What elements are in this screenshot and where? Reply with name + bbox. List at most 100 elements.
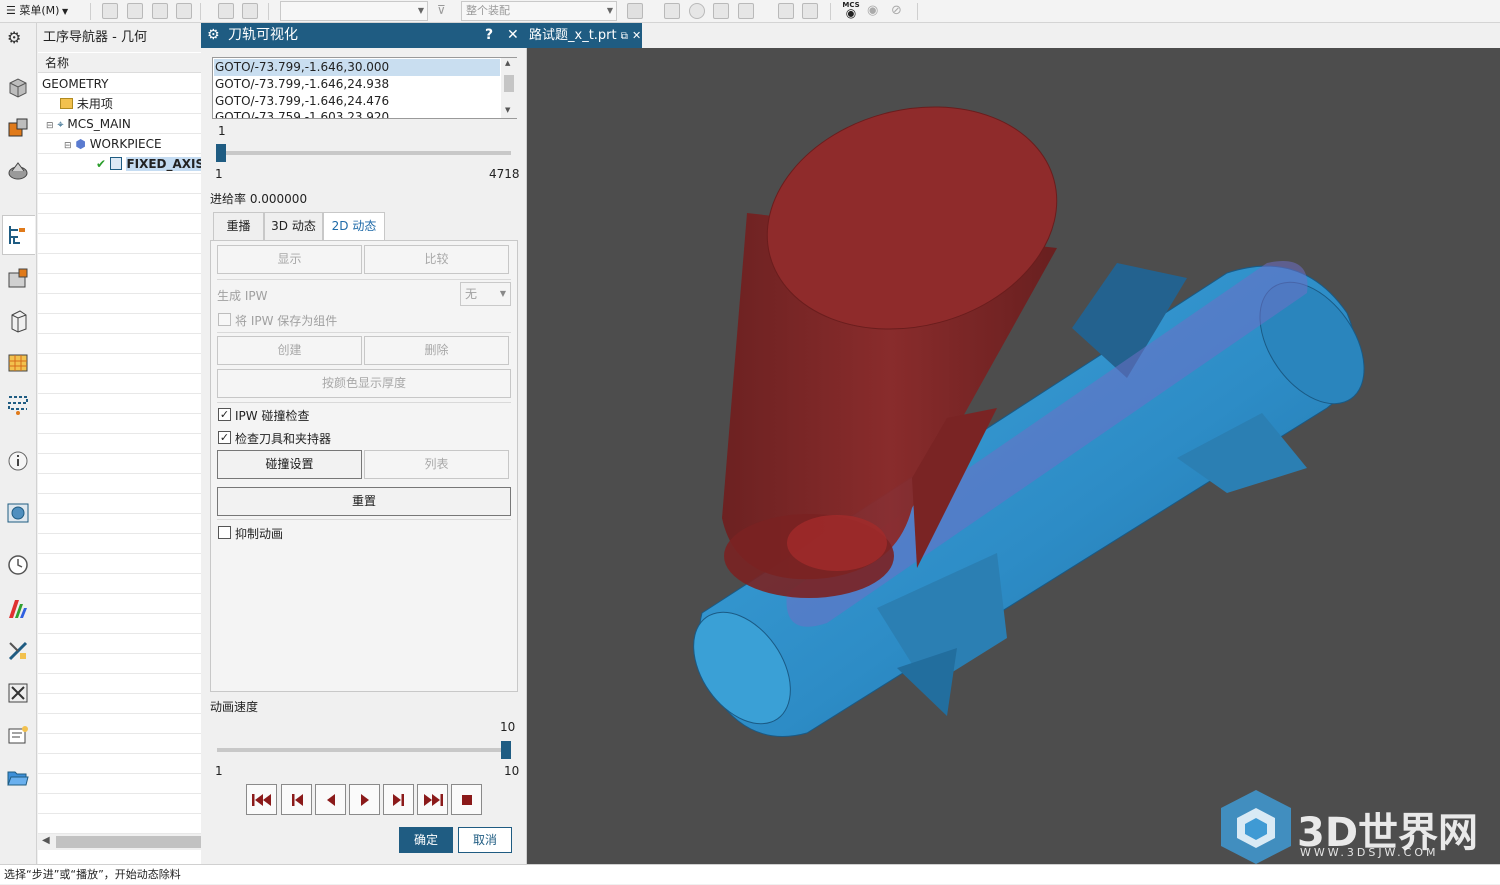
tab-2d-dynamic[interactable]: 2D 动态 xyxy=(323,212,385,242)
goto-listbox[interactable]: GOTO/-73.799,-1.646,30.000 GOTO/-73.799,… xyxy=(212,57,517,119)
palette-icon[interactable] xyxy=(6,597,30,621)
nav-empty-row xyxy=(38,534,201,554)
toolpath-icon[interactable] xyxy=(6,393,30,417)
save-ipw-checkbox[interactable] xyxy=(218,313,231,326)
select-filter-icon[interactable] xyxy=(102,3,118,19)
nav-empty-row xyxy=(38,254,201,274)
stop-button[interactable] xyxy=(451,784,482,815)
feature-navigator-icon[interactable] xyxy=(6,351,30,375)
step-slider-thumb[interactable] xyxy=(216,144,226,162)
delete-button[interactable]: 删除 xyxy=(364,336,509,365)
web-browser-icon[interactable] xyxy=(6,501,30,525)
nav-row-workpiece[interactable]: ⊟ ⬢ WORKPIECE xyxy=(38,134,201,154)
filter-icon[interactable]: ⊽ xyxy=(437,3,453,19)
ipw-collision-checkbox[interactable]: ✓ xyxy=(218,408,231,421)
point-icon[interactable] xyxy=(152,3,168,19)
point-snap-icon[interactable] xyxy=(738,3,754,19)
step-current-value: 1 xyxy=(218,124,226,138)
close-tab-icon[interactable]: ✕ xyxy=(632,29,641,42)
tab-replay[interactable]: 重播 xyxy=(213,212,264,241)
divider xyxy=(217,332,511,333)
hide-icon[interactable]: ⊘ xyxy=(891,3,902,18)
goto-line[interactable]: GOTO/-73.799,-1.646,24.938 xyxy=(214,76,500,93)
fast-forward-to-end-button[interactable] xyxy=(417,784,448,815)
show-hide-icon[interactable]: ◉ xyxy=(867,3,878,18)
list-button[interactable]: 列表 xyxy=(364,450,509,479)
cancel-button[interactable]: 取消 xyxy=(458,827,512,853)
selection-icon[interactable] xyxy=(218,3,234,19)
nav-row-unused[interactable]: 未用项 xyxy=(38,94,201,114)
gen-ipw-dropdown[interactable]: 无 ▼ xyxy=(460,282,511,306)
compare-button[interactable]: 比较 xyxy=(364,245,509,274)
scroll-down-icon[interactable]: ▼ xyxy=(505,106,510,114)
speed-slider-thumb[interactable] xyxy=(501,741,511,759)
rewind-to-start-button[interactable] xyxy=(246,784,277,815)
nav-row-fixed-axis[interactable]: ✔ FIXED_AXIS xyxy=(38,154,201,174)
step-forward-button[interactable] xyxy=(383,784,414,815)
step-slider-track[interactable] xyxy=(220,151,511,155)
wire-cube-icon[interactable] xyxy=(802,3,818,19)
tools-icon[interactable] xyxy=(6,681,30,705)
play-backward-button[interactable] xyxy=(315,784,346,815)
graphics-viewport[interactable]: 3D世界网 WWW.3DSJW.COM xyxy=(527,48,1500,864)
part-navigator-icon[interactable] xyxy=(6,75,30,99)
play-forward-button[interactable] xyxy=(349,784,380,815)
goto-line[interactable]: GOTO/-73.799,-1.646,24.476 xyxy=(214,93,500,110)
mcs-display-icon[interactable]: MCS ◉ xyxy=(842,1,860,21)
operation-navigator-icon[interactable] xyxy=(6,223,30,247)
scroll-up-icon[interactable]: ▲ xyxy=(505,59,510,67)
shaded-cube-icon[interactable] xyxy=(778,3,794,19)
dialog-titlebar[interactable]: ⚙ 刀轨可视化 ? ✕ xyxy=(201,23,527,48)
scrollbar-thumb[interactable] xyxy=(504,75,514,92)
constraint-navigator-icon[interactable] xyxy=(6,159,30,183)
info-icon[interactable] xyxy=(6,449,30,473)
goto-line-selected[interactable]: GOTO/-73.799,-1.646,30.000 xyxy=(214,59,500,76)
scroll-left-icon[interactable]: ◀ xyxy=(42,835,50,846)
stock-icon[interactable] xyxy=(6,309,30,333)
reset-button[interactable]: 重置 xyxy=(217,487,511,516)
listbox-scrollbar[interactable]: ▲ ▼ xyxy=(501,58,517,118)
assembly-scope-dropdown[interactable]: 整个装配 ▼ xyxy=(461,1,617,21)
speed-slider-track[interactable] xyxy=(217,748,511,752)
ok-button[interactable]: 确定 xyxy=(399,827,453,853)
nav-row-mcs-main[interactable]: ⊟ ⌖ MCS_MAIN xyxy=(38,114,201,134)
select-component-icon[interactable] xyxy=(627,3,643,19)
scrollbar-thumb[interactable] xyxy=(56,836,201,848)
history-clock-icon[interactable] xyxy=(6,553,30,577)
close-icon[interactable]: ✕ xyxy=(507,23,519,48)
menu-button[interactable]: ☰ 菜单(M) ▼ xyxy=(6,3,68,19)
open-folder-icon[interactable] xyxy=(6,765,30,789)
thickness-by-color-button[interactable]: 按颜色显示厚度 xyxy=(217,369,511,398)
collapse-icon[interactable]: ⊟ xyxy=(46,121,54,131)
assembly-navigator-icon[interactable] xyxy=(6,117,30,141)
horizontal-scrollbar[interactable]: ◀ xyxy=(38,834,201,850)
snap-icon[interactable] xyxy=(127,3,143,19)
step-back-button[interactable] xyxy=(281,784,312,815)
type-filter-dropdown[interactable]: ▼ xyxy=(280,1,428,21)
grid-icon[interactable] xyxy=(176,3,192,19)
collapse-icon[interactable]: ⊟ xyxy=(64,141,72,151)
body-icon[interactable] xyxy=(713,3,729,19)
popout-icon[interactable]: ⧉ xyxy=(621,31,628,42)
suppress-animation-checkbox[interactable] xyxy=(218,526,231,539)
settings-gear-icon[interactable]: ⚙ xyxy=(7,28,21,47)
column-header-name[interactable]: 名称 xyxy=(38,53,201,73)
curve-rule-icon[interactable] xyxy=(689,3,705,19)
display-button[interactable]: 显示 xyxy=(217,245,362,274)
collision-settings-button[interactable]: 碰撞设置 xyxy=(217,450,362,479)
nav-empty-row xyxy=(38,554,201,574)
component-icon[interactable] xyxy=(242,3,258,19)
toolbar-separator xyxy=(917,3,918,20)
create-button[interactable]: 创建 xyxy=(217,336,362,365)
nav-row-geometry[interactable]: GEOMETRY xyxy=(38,74,201,94)
check-tool-holder-checkbox[interactable]: ✓ xyxy=(218,431,231,444)
goto-line[interactable]: GOTO/-73.759,-1.603,23.920 xyxy=(214,110,500,118)
machine-tool-navigator-icon[interactable] xyxy=(6,267,30,291)
process-studio-icon[interactable] xyxy=(6,639,30,663)
tab-3d-dynamic[interactable]: 3D 动态 xyxy=(264,212,323,241)
face-rule-icon[interactable] xyxy=(664,3,680,19)
document-tab[interactable]: 路试题_x_t.prt ⧉ ✕ xyxy=(527,23,642,48)
nav-empty-row xyxy=(38,394,201,414)
manufacturing-wizard-icon[interactable] xyxy=(6,723,30,747)
help-icon[interactable]: ? xyxy=(485,23,493,48)
